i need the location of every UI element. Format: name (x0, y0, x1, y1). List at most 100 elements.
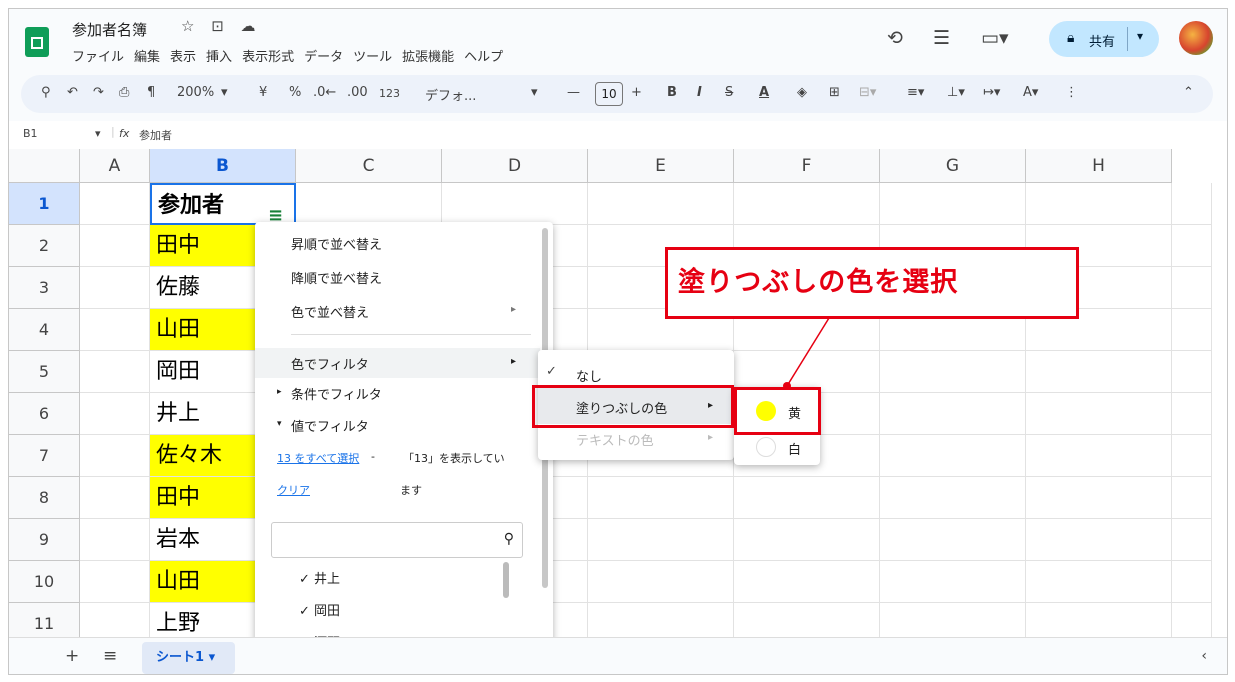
cell-B1[interactable]: 参加者 ≡ (150, 183, 296, 226)
table-cell[interactable] (588, 561, 734, 603)
column-header-F[interactable]: F (734, 149, 880, 183)
table-cell[interactable] (880, 561, 1026, 603)
collapse-toolbar-icon[interactable]: ⌃ (1183, 85, 1194, 100)
table-cell[interactable] (880, 477, 1026, 519)
select-all-link[interactable]: 13 をすべて選択 (277, 450, 359, 466)
table-cell[interactable] (1172, 351, 1212, 393)
table-cell[interactable] (80, 309, 150, 351)
row-header-10[interactable]: 10 (9, 561, 80, 603)
menu-filter-value[interactable]: 値でフィルタ (291, 416, 369, 435)
vertical-align-icon[interactable]: ⊥▾ (947, 85, 965, 100)
all-sheets-icon[interactable]: ≡ (103, 646, 117, 666)
text-color-option[interactable]: テキストの色 (576, 430, 654, 449)
row-header-1[interactable]: 1 (9, 183, 80, 225)
menu-view[interactable]: 表示 (170, 46, 196, 65)
row-header-5[interactable]: 5 (9, 351, 80, 393)
column-header-G[interactable]: G (880, 149, 1026, 183)
row-header-2[interactable]: 2 (9, 225, 80, 267)
add-sheet-icon[interactable]: + (65, 646, 79, 666)
cell-reference[interactable]: B1 (23, 127, 38, 140)
table-cell[interactable] (880, 519, 1026, 561)
paint-format-icon[interactable]: ¶ (147, 85, 155, 100)
table-cell[interactable] (1172, 309, 1212, 351)
menu-format[interactable]: 表示形式 (242, 46, 294, 65)
color-filter-none[interactable]: なし (576, 366, 602, 385)
table-cell[interactable] (1026, 477, 1172, 519)
menu-edit[interactable]: 編集 (134, 46, 160, 65)
table-cell[interactable] (1172, 519, 1212, 561)
table-cell[interactable] (1172, 477, 1212, 519)
column-header-B[interactable]: B (150, 149, 296, 183)
sheet-tab-1[interactable]: シート1 ▾ (142, 642, 235, 674)
menu-filter-condition[interactable]: 条件でフィルタ (291, 384, 382, 403)
font-size-input[interactable]: 10 (595, 82, 623, 106)
document-title[interactable]: 参加者名簿 (72, 19, 147, 40)
percent-button[interactable]: % (289, 85, 301, 100)
fill-color-icon[interactable]: ◈ (797, 85, 807, 100)
menu-extensions[interactable]: 拡張機能 (402, 46, 454, 65)
table-cell[interactable] (880, 351, 1026, 393)
table-cell[interactable] (734, 477, 880, 519)
menu-filter-color[interactable]: 色でフィルタ (291, 354, 369, 373)
star-move-cloud-icons[interactable]: ☆ ⊡ ☁ (181, 17, 262, 35)
font-select[interactable]: デフォ... (425, 85, 476, 104)
more-options-icon[interactable]: ⋮ (1065, 85, 1078, 100)
italic-button[interactable]: I (697, 85, 702, 100)
table-cell[interactable] (80, 351, 150, 393)
table-cell[interactable] (1172, 561, 1212, 603)
column-header-E[interactable]: E (588, 149, 734, 183)
strikethrough-button[interactable]: S (725, 85, 733, 100)
row-header-7[interactable]: 7 (9, 435, 80, 477)
table-cell[interactable] (1172, 267, 1212, 309)
text-wrap-icon[interactable]: ↦▾ (983, 85, 1000, 100)
table-cell[interactable] (1172, 393, 1212, 435)
sheets-logo-icon[interactable] (25, 27, 49, 57)
font-size-decrease-button[interactable]: — (567, 85, 580, 100)
table-cell[interactable] (80, 519, 150, 561)
filter-value-item[interactable]: ✓ 岡田 (299, 600, 340, 619)
table-cell[interactable] (734, 519, 880, 561)
increase-decimal-button[interactable]: .00 (347, 85, 368, 100)
share-button[interactable]: 🔒︎ 共有 ▾ (1049, 21, 1159, 57)
row-header-4[interactable]: 4 (9, 309, 80, 351)
font-size-increase-button[interactable]: + (631, 85, 642, 100)
font-chevron-icon[interactable]: ▾ (531, 85, 538, 100)
number-format-button[interactable]: 123 (379, 87, 400, 100)
menu-data[interactable]: データ (304, 46, 343, 65)
column-header-H[interactable]: H (1026, 149, 1172, 183)
table-cell[interactable] (80, 225, 150, 267)
row-header-6[interactable]: 6 (9, 393, 80, 435)
menu-insert[interactable]: 挿入 (206, 46, 232, 65)
decrease-decimal-button[interactable]: .0← (313, 85, 336, 100)
table-cell[interactable] (1026, 183, 1172, 225)
table-cell[interactable] (80, 561, 150, 603)
menu-sort-desc[interactable]: 降順で並べ替え (291, 268, 382, 287)
undo-icon[interactable]: ↶ (67, 85, 78, 100)
text-color-icon[interactable]: A (759, 85, 769, 100)
table-cell[interactable] (1172, 183, 1212, 225)
search-icon[interactable]: ⚲ (41, 85, 51, 100)
table-cell[interactable] (880, 183, 1026, 225)
merge-cells-icon[interactable]: ⊟▾ (859, 85, 876, 100)
history-icon[interactable]: ⟲ (887, 27, 903, 49)
table-cell[interactable] (80, 435, 150, 477)
table-cell[interactable] (588, 183, 734, 225)
table-cell[interactable] (1026, 393, 1172, 435)
table-cell[interactable] (734, 561, 880, 603)
menu-tools[interactable]: ツール (353, 46, 392, 65)
table-cell[interactable] (880, 393, 1026, 435)
table-cell[interactable] (296, 183, 442, 225)
avatar[interactable] (1179, 21, 1213, 55)
value-list-scrollbar[interactable] (503, 562, 509, 598)
menu-sort-asc[interactable]: 昇順で並べ替え (291, 234, 382, 253)
table-cell[interactable] (80, 393, 150, 435)
meet-icon[interactable]: ▭▾ (981, 27, 1009, 49)
table-cell[interactable] (1172, 435, 1212, 477)
fill-white-option[interactable]: 白 (788, 439, 801, 458)
row-header-8[interactable]: 8 (9, 477, 80, 519)
table-cell[interactable] (880, 435, 1026, 477)
table-cell[interactable] (1026, 561, 1172, 603)
chevron-down-icon[interactable]: ▾ (1137, 29, 1143, 43)
row-header-3[interactable]: 3 (9, 267, 80, 309)
table-cell[interactable] (1026, 519, 1172, 561)
